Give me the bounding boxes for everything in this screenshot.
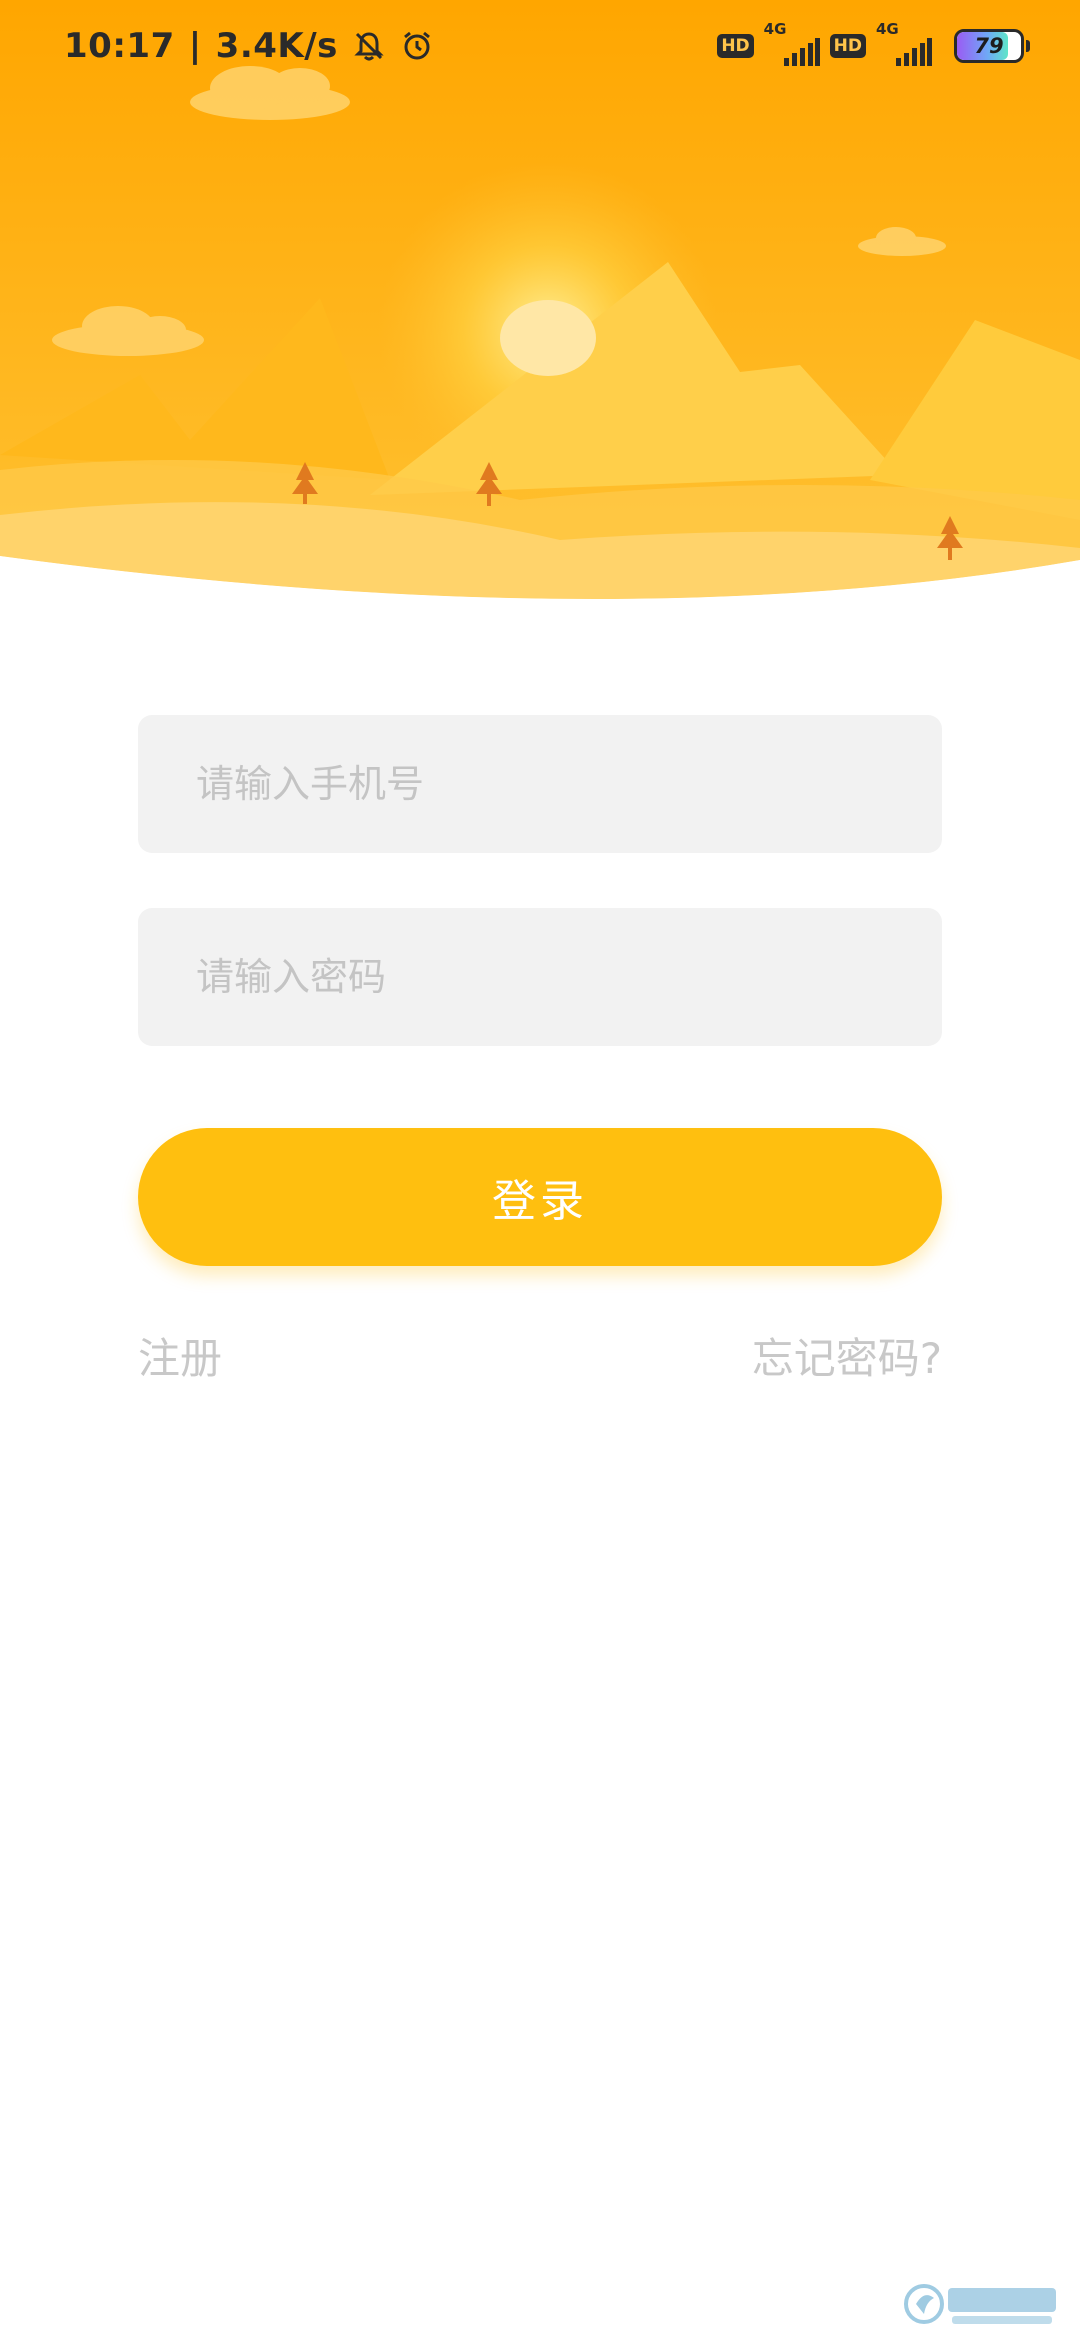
register-link[interactable]: 注册 — [138, 1325, 222, 1386]
status-time: 10:17 — [64, 26, 175, 66]
password-field[interactable] — [138, 908, 942, 1046]
sim1-signal: 4G — [764, 20, 820, 66]
sun-icon — [500, 300, 596, 376]
phone-field[interactable] — [138, 715, 942, 853]
battery-level: 79 — [974, 34, 1004, 58]
network-type-2: 4G — [876, 20, 899, 38]
signal-icon — [783, 38, 820, 66]
hd-badge-2: HD — [829, 34, 866, 58]
phone-input[interactable] — [194, 761, 886, 807]
bell-muted-icon — [352, 29, 386, 63]
hd-badge-1: HD — [717, 34, 754, 58]
password-input[interactable] — [194, 954, 886, 1000]
alarm-clock-icon — [400, 29, 434, 63]
status-left: 10:17 | 3.4K/s — [64, 26, 434, 66]
net-speed: 3.4K/s — [215, 26, 338, 66]
status-right: HD 4G HD 4G 79 — [717, 20, 1030, 66]
hero-illustration — [0, 0, 1080, 640]
battery-tip — [1026, 40, 1030, 52]
login-button[interactable]: 登录 — [138, 1128, 942, 1266]
status-bar: 10:17 | 3.4K/s HD 4G HD 4G 79 — [0, 0, 1080, 96]
signal-icon — [896, 38, 932, 66]
status-separator: | — [188, 26, 202, 66]
network-type-1: 4G — [763, 20, 787, 38]
sim2-signal: 4G — [876, 20, 932, 66]
battery-icon: 79 — [954, 29, 1024, 63]
watermark-logo — [902, 2276, 1062, 2334]
forgot-password-link[interactable]: 忘记密码? — [752, 1325, 942, 1386]
